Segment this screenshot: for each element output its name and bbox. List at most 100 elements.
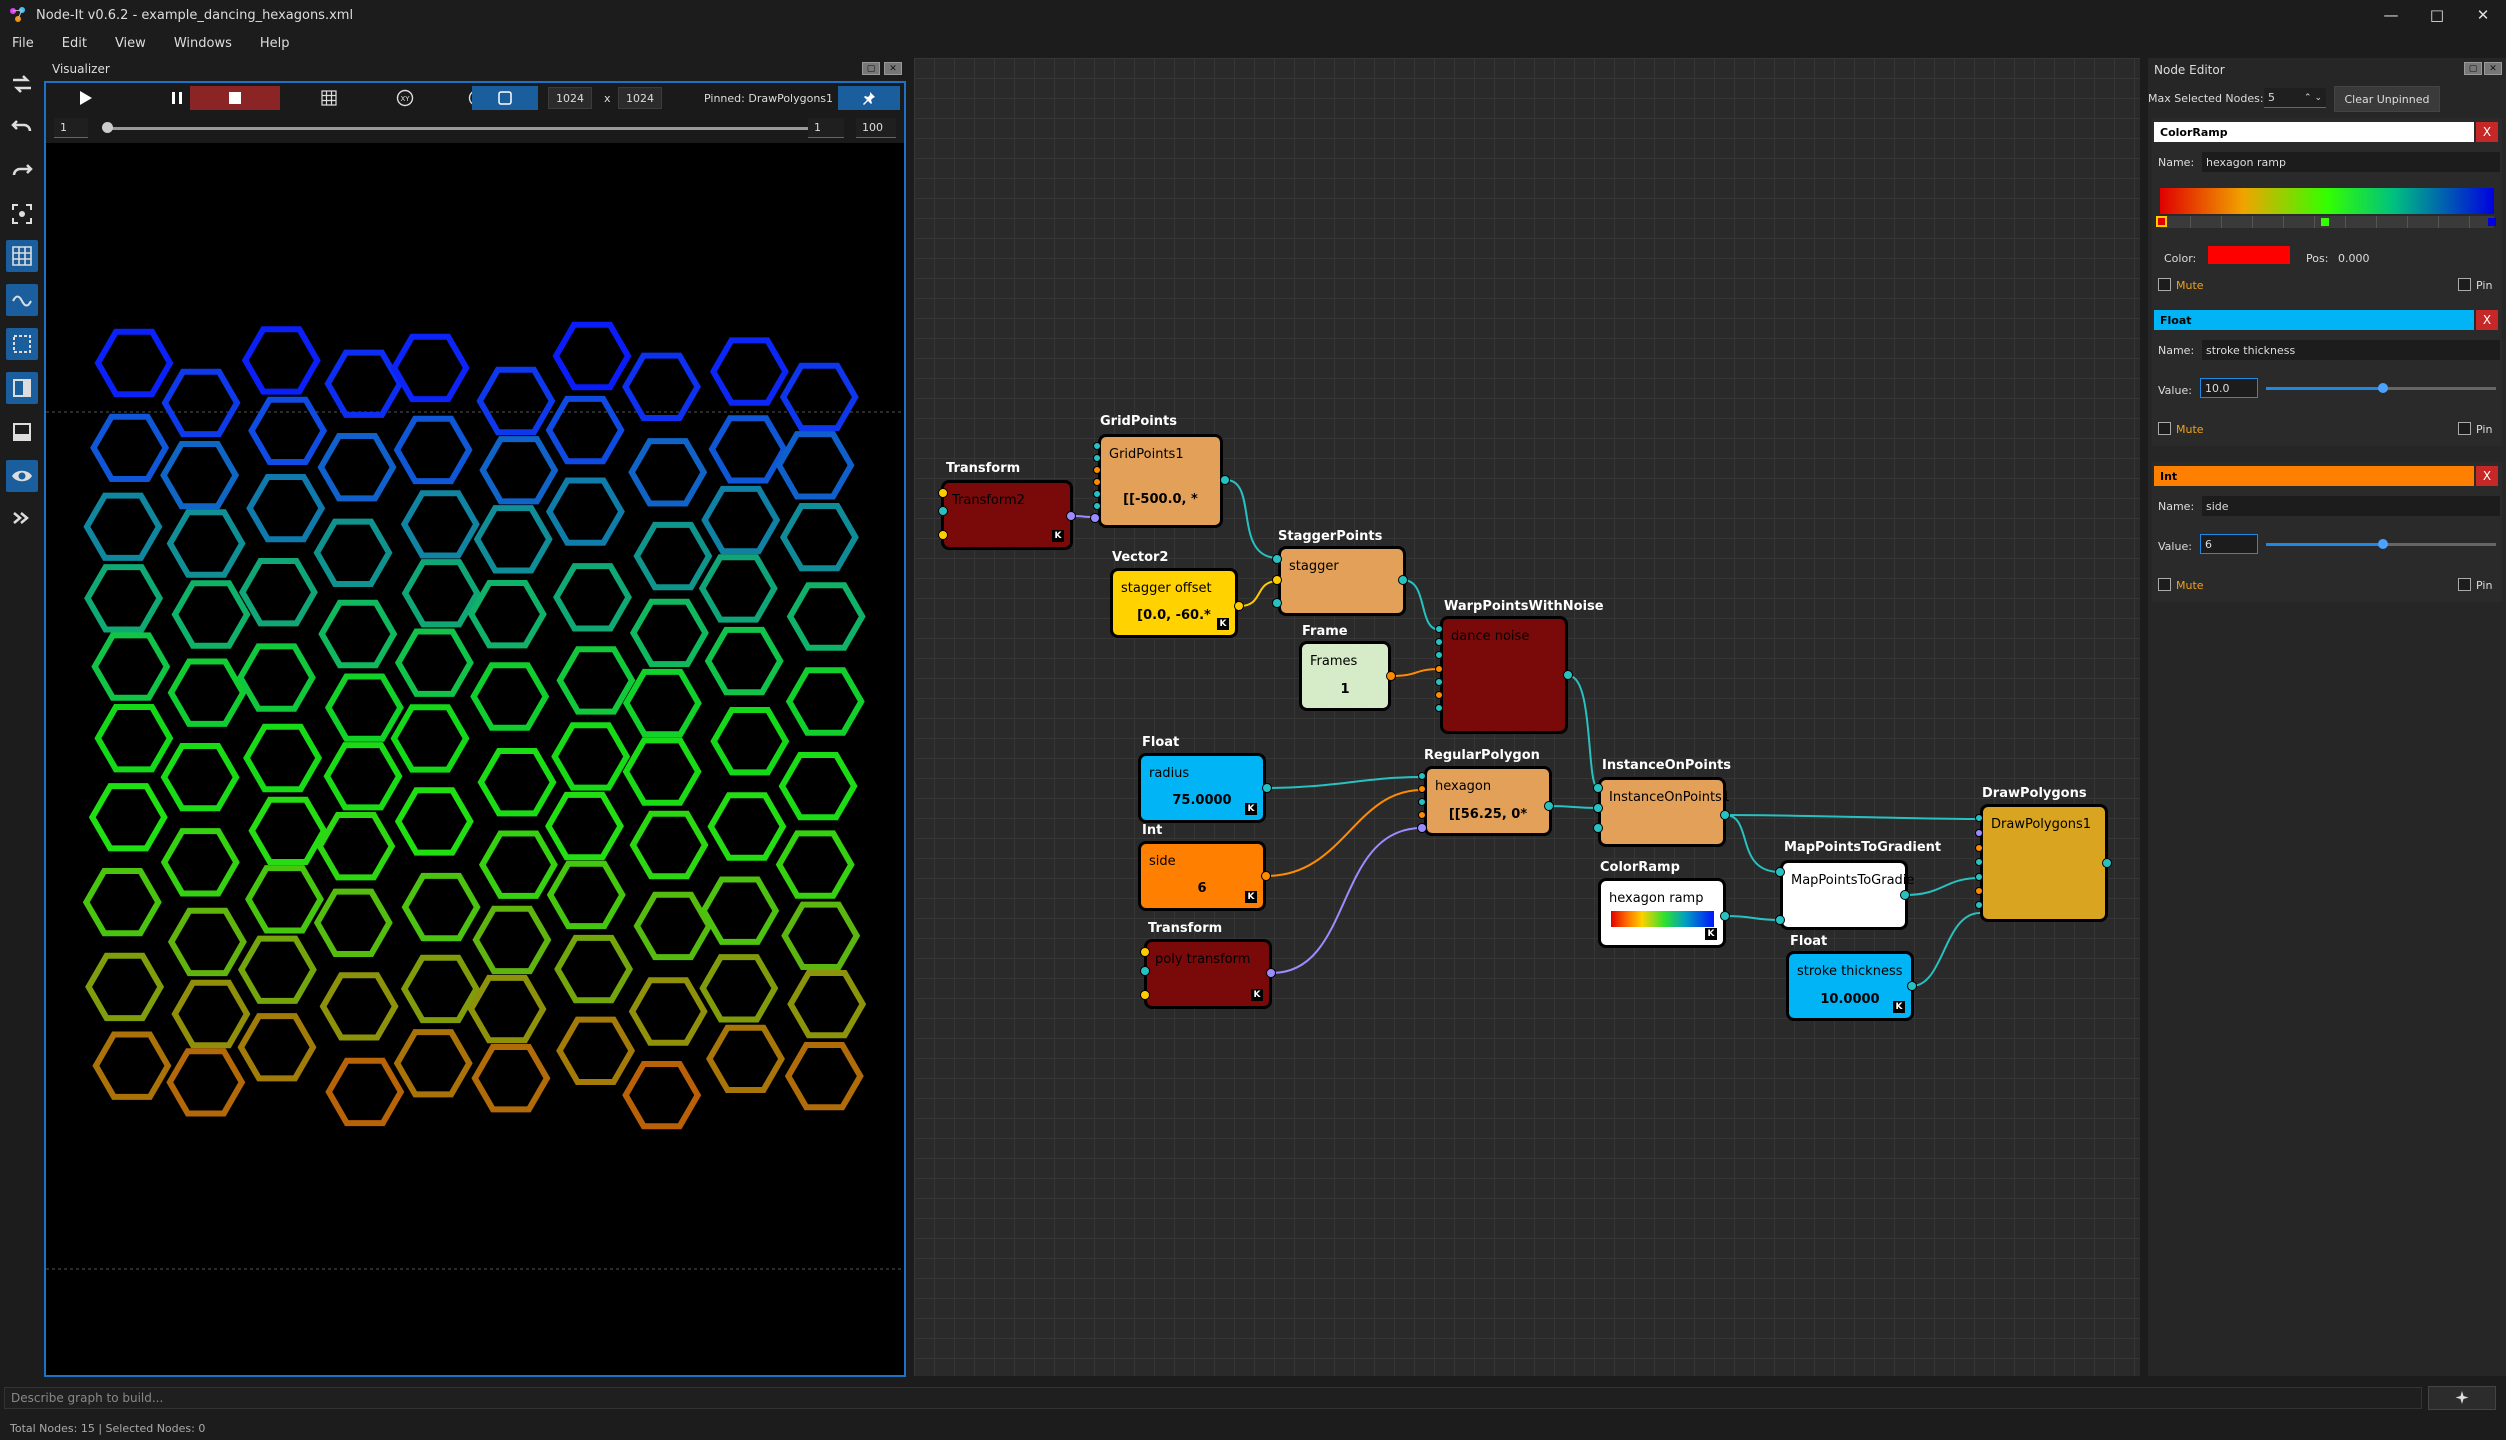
- port-out[interactable]: [1907, 981, 1917, 991]
- frame-end-input[interactable]: 100: [856, 118, 896, 138]
- node-gridpoints[interactable]: GridPoints1 [[-500.0, *: [1098, 434, 1223, 528]
- node-float-radius[interactable]: radius 75.0000 K: [1138, 753, 1266, 823]
- bottom-panel-button[interactable]: [6, 416, 38, 448]
- port-in[interactable]: [938, 506, 948, 516]
- float-remove-button[interactable]: X: [2476, 310, 2498, 330]
- gradient-stop-green[interactable]: [2321, 218, 2329, 226]
- port-in[interactable]: [1975, 873, 1983, 881]
- port-in[interactable]: [1975, 814, 1983, 822]
- node-frame[interactable]: Frames 1: [1299, 641, 1391, 711]
- node-int-side[interactable]: side 6 K: [1138, 841, 1266, 911]
- port-in[interactable]: [1093, 502, 1101, 510]
- run-graph-button[interactable]: [6, 502, 38, 534]
- visibility-button[interactable]: [6, 460, 38, 492]
- editor-float-button[interactable]: ▢: [2464, 62, 2482, 75]
- int-mute-checkbox[interactable]: [2158, 578, 2171, 591]
- color-swatch[interactable]: [2208, 246, 2290, 264]
- pin-button[interactable]: [838, 86, 900, 110]
- port-out[interactable]: [1220, 475, 1230, 485]
- visualizer-close-button[interactable]: ✕: [884, 62, 902, 75]
- port-in[interactable]: [1593, 803, 1603, 813]
- keyframe-icon[interactable]: K: [1052, 530, 1064, 542]
- node-drawpolygons[interactable]: DrawPolygons1: [1980, 804, 2108, 922]
- timeline-handle[interactable]: [102, 122, 113, 133]
- keyframe-icon[interactable]: K: [1245, 803, 1257, 815]
- editor-close-button[interactable]: ✕: [2484, 62, 2502, 75]
- int-remove-button[interactable]: X: [2476, 466, 2498, 486]
- describe-graph-input[interactable]: Describe graph to build...: [4, 1387, 2422, 1409]
- minimize-button[interactable]: —: [2368, 0, 2414, 30]
- node-warp[interactable]: dance noise: [1440, 616, 1568, 734]
- port-out[interactable]: [1261, 871, 1271, 881]
- port-in[interactable]: [1435, 638, 1443, 646]
- port-in[interactable]: [1435, 704, 1443, 712]
- node-poly-transform[interactable]: poly transform K: [1144, 939, 1272, 1009]
- port-in[interactable]: [1093, 490, 1101, 498]
- swap-panels-button[interactable]: [6, 68, 38, 100]
- frame-start-input[interactable]: 1: [54, 118, 88, 138]
- timeline-track[interactable]: [104, 127, 844, 130]
- port-in[interactable]: [1140, 966, 1150, 976]
- port-out[interactable]: [1900, 890, 1910, 900]
- port-out[interactable]: [1066, 511, 1076, 521]
- port-in[interactable]: [1140, 947, 1150, 957]
- node-instanceonpoints[interactable]: InstanceOnPoints1: [1598, 777, 1730, 847]
- keyframe-icon[interactable]: K: [1245, 891, 1257, 903]
- gradient-stop-blue[interactable]: [2488, 218, 2496, 226]
- port-out[interactable]: [1544, 801, 1554, 811]
- port-in[interactable]: [1775, 915, 1785, 925]
- port-in[interactable]: [938, 530, 948, 540]
- port-in[interactable]: [1975, 901, 1983, 909]
- port-in[interactable]: [1093, 478, 1101, 486]
- close-button[interactable]: ✕: [2460, 0, 2506, 30]
- port-out[interactable]: [1234, 601, 1244, 611]
- undo-button[interactable]: [6, 110, 38, 142]
- port-out[interactable]: [1266, 968, 1276, 978]
- port-in[interactable]: [1593, 783, 1603, 793]
- port-in[interactable]: [1093, 466, 1101, 474]
- redo-button[interactable]: [6, 154, 38, 186]
- menu-help[interactable]: Help: [260, 36, 290, 51]
- gradient-stop-red[interactable]: [2156, 216, 2167, 227]
- node-regularpolygon[interactable]: hexagon [[56.25, 0*: [1424, 766, 1552, 836]
- int-pin-checkbox[interactable]: [2458, 578, 2471, 591]
- port-in[interactable]: [1272, 598, 1282, 608]
- canvas-width-input[interactable]: 1024: [548, 87, 592, 109]
- int-value-input[interactable]: 6: [2200, 534, 2258, 554]
- port-in[interactable]: [1775, 867, 1785, 877]
- play-button[interactable]: [66, 86, 104, 110]
- canvas-height-input[interactable]: 1024: [618, 87, 662, 109]
- float-pin-checkbox[interactable]: [2458, 422, 2471, 435]
- max-selected-spinbox[interactable]: 5 ⌃ ⌄: [2264, 88, 2326, 108]
- port-in[interactable]: [1418, 772, 1426, 780]
- port-in[interactable]: [1140, 990, 1150, 1000]
- int-slider-handle[interactable]: [2378, 539, 2389, 549]
- maximize-button[interactable]: □: [2414, 0, 2460, 30]
- menu-windows[interactable]: Windows: [174, 36, 232, 51]
- port-in[interactable]: [1418, 811, 1426, 819]
- keyframe-icon[interactable]: K: [1893, 1001, 1905, 1013]
- keyframe-icon[interactable]: K: [1705, 928, 1717, 940]
- port-out[interactable]: [2102, 858, 2112, 868]
- int-name-input[interactable]: side: [2202, 496, 2500, 516]
- port-in[interactable]: [1435, 625, 1443, 633]
- port-out[interactable]: [1720, 810, 1730, 820]
- port-in[interactable]: [1435, 691, 1443, 699]
- clear-unpinned-button[interactable]: Clear Unpinned: [2334, 86, 2440, 112]
- port-out[interactable]: [1563, 670, 1573, 680]
- menu-view[interactable]: View: [115, 36, 146, 51]
- grid-toggle-button[interactable]: [6, 240, 38, 272]
- port-in[interactable]: [1093, 454, 1101, 462]
- port-in[interactable]: [1093, 442, 1101, 450]
- node-float-stroke[interactable]: stroke thickness 10.0000 K: [1786, 951, 1914, 1021]
- build-graph-button[interactable]: [2428, 1386, 2496, 1410]
- gradient-editor-bar[interactable]: [2160, 188, 2494, 214]
- node-graph-canvas[interactable]: Transform Transform2 K GridPoints GridPo…: [914, 58, 2140, 1376]
- port-in[interactable]: [1975, 887, 1983, 895]
- selection-box-button[interactable]: [6, 328, 38, 360]
- float-mute-checkbox[interactable]: [2158, 422, 2171, 435]
- fit-view-button[interactable]: [472, 86, 538, 110]
- float-value-input[interactable]: 10.0: [2200, 378, 2258, 398]
- port-in[interactable]: [1975, 858, 1983, 866]
- port-in[interactable]: [1272, 575, 1282, 585]
